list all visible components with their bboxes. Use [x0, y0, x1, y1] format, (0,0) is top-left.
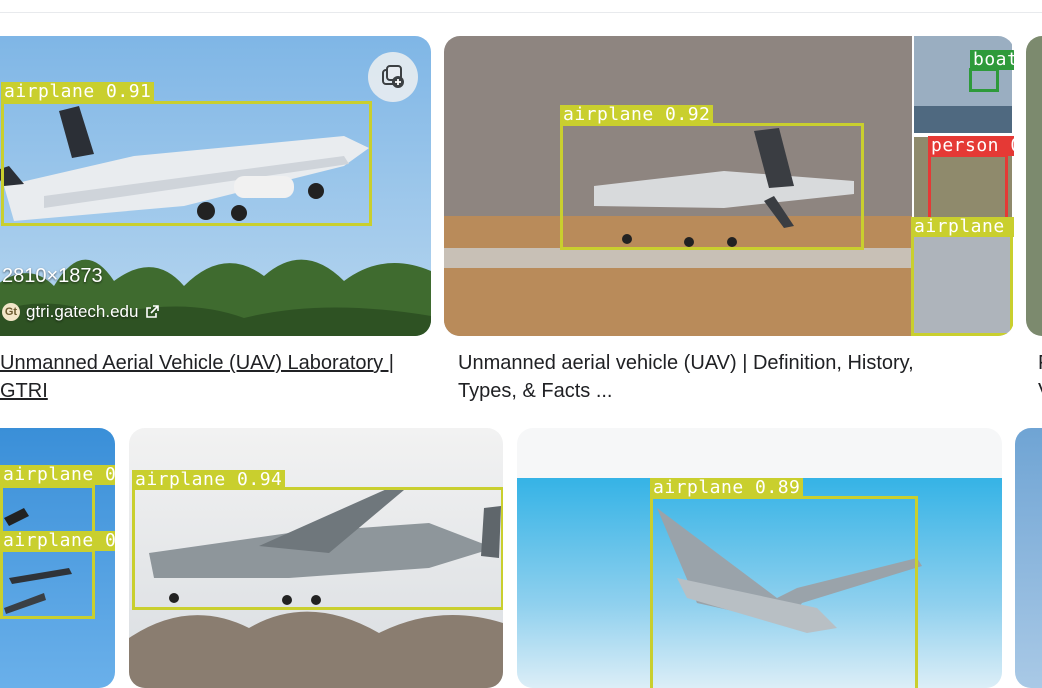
detection-label: airplane 0.91: [1, 82, 155, 102]
detection-box: [969, 68, 999, 92]
detection-box: [911, 234, 1013, 336]
detection-label: airplane 0.32: [0, 531, 115, 551]
result-image-partial-1[interactable]: [1026, 36, 1042, 336]
collection-add-icon: [382, 65, 404, 88]
detection-label: airplane 0.92: [560, 105, 714, 125]
detection-label: airplane 0.94: [132, 470, 286, 490]
title-line: Unmanned aerial vehicle (UAV) | Definiti…: [458, 352, 914, 374]
detection-label: airplane 0.4: [911, 217, 1014, 237]
detection-label: person 0.6: [928, 136, 1014, 156]
result-title-partial-1[interactable]: F V: [1038, 349, 1042, 405]
title-line: Unmanned Aerial Vehicle (UAV) Laboratory…: [0, 352, 394, 374]
result-image-uav-definition[interactable]: airplane 0.92 boat 0 person 0.6 airplane…: [444, 36, 1014, 336]
result-image-gtri[interactable]: airplane 0.91 2810×1873 Gt gtri.gatech.e…: [0, 36, 431, 336]
title-line: Types, & Facts ...: [458, 380, 613, 402]
detection-box: [132, 487, 503, 610]
result-title-gtri[interactable]: Unmanned Aerial Vehicle (UAV) Laboratory…: [0, 349, 430, 405]
result-title-uav-definition[interactable]: Unmanned aerial vehicle (UAV) | Definiti…: [458, 349, 998, 405]
source-link[interactable]: Gt gtri.gatech.edu: [2, 302, 160, 322]
detection-box: [650, 496, 918, 688]
detection-box: [560, 123, 864, 250]
add-to-collection-button[interactable]: [368, 52, 418, 102]
detection-box: [1, 101, 372, 226]
source-domain: gtri.gatech.edu: [26, 302, 139, 321]
result-image-drone-clouds[interactable]: airplane 0.89: [517, 428, 1002, 688]
site-favicon: Gt: [2, 303, 20, 321]
title-line: F: [1038, 349, 1042, 377]
title-line: V: [1038, 377, 1042, 405]
detection-label: airplane 0.89: [650, 478, 804, 498]
image-dimensions: 2810×1873: [2, 265, 103, 287]
top-divider: [0, 12, 1042, 13]
external-link-icon: [146, 305, 160, 318]
detection-label: boat 0: [970, 50, 1014, 70]
result-image-partial-2[interactable]: [1015, 428, 1042, 688]
detection-label: airplane 0.37: [0, 465, 115, 485]
result-image-tactical-uav[interactable]: airplane 0.94: [129, 428, 503, 688]
result-image-swarm[interactable]: airplane 0.37 airplane 0.32: [0, 428, 115, 688]
detection-box: [0, 549, 95, 619]
title-line: GTRI: [0, 380, 48, 402]
